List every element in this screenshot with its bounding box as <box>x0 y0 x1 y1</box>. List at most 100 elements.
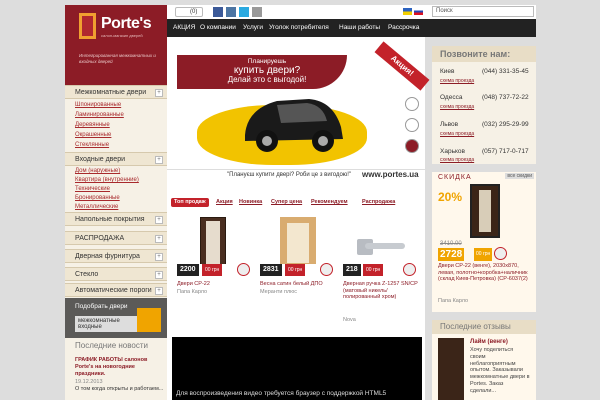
product-image[interactable] <box>470 184 500 238</box>
flag-ru-icon[interactable] <box>414 8 423 15</box>
city-name: Одесса <box>440 94 463 101</box>
tab-super-price[interactable]: Супер цена <box>268 198 305 207</box>
submenu-item[interactable]: Ламинированные <box>75 112 124 118</box>
submenu-item[interactable]: Технические <box>75 186 110 192</box>
expand-icon[interactable]: + <box>155 156 163 164</box>
pick-door-title: Подобрать двери <box>75 303 128 310</box>
all-discounts-link[interactable]: все скидки <box>505 173 534 179</box>
news-item-date: 19.12.2013 <box>75 379 103 385</box>
google-plus-icon[interactable] <box>252 7 262 17</box>
logo[interactable]: Porte's салон-магазин дверей Интегрирова… <box>65 5 167 85</box>
tab-promo[interactable]: Акция <box>213 198 236 207</box>
phone-number[interactable]: (044) 331-35-45 <box>482 68 529 75</box>
search-input[interactable]: Поиск <box>432 6 534 17</box>
phone-number[interactable]: (048) 737-72-22 <box>482 94 529 101</box>
nav-item-services[interactable]: Услуги <box>243 24 263 31</box>
product-maker: Папа Карло <box>177 289 208 295</box>
menu-thresholds[interactable]: Автоматические пороги + <box>65 283 167 297</box>
contacts-title: Позвоните нам: <box>432 46 536 62</box>
nav-item-consumer[interactable]: Уголок потребителя <box>269 24 329 31</box>
menu-interior-doors[interactable]: Межкомнатные двери + <box>65 85 167 99</box>
product-name[interactable]: Двери CP-22 <box>177 281 252 288</box>
product-name[interactable]: Дверная ручка Z-1257 SN/CP (матовый нике… <box>343 281 418 301</box>
expand-icon[interactable]: + <box>155 89 163 97</box>
submenu-item[interactable]: Бронированные <box>75 195 120 201</box>
submenu-item[interactable]: Стеклянные <box>75 142 109 148</box>
tab-clearance[interactable]: Распродажа <box>359 198 398 207</box>
mercedes-icon <box>405 118 419 132</box>
menu-entrance-doors[interactable]: Входные двери + <box>65 152 167 166</box>
add-to-cart-icon[interactable] <box>320 263 333 276</box>
nav-item-about[interactable]: О компании <box>200 24 236 31</box>
phone-number[interactable]: (057) 717-0-717 <box>482 148 529 155</box>
map-link[interactable]: схема проезда <box>440 157 474 163</box>
review-product-image[interactable] <box>438 338 464 400</box>
tab-top-sales[interactable]: Топ продаж <box>171 198 209 207</box>
submenu-item[interactable]: Дом (наружные) <box>75 168 120 174</box>
vk-icon[interactable] <box>226 7 236 17</box>
add-to-cart-icon[interactable] <box>494 247 507 260</box>
tab-recommended[interactable]: Рекомендуем <box>308 198 351 207</box>
sale-product-name[interactable]: Двери CP-22 (венге), 2030x870, левая, по… <box>438 263 534 283</box>
product-maker: Nova <box>343 317 356 323</box>
video-unsupported-message: Для воспроизведения видео требуется брау… <box>176 390 387 397</box>
twitter-icon[interactable] <box>239 7 249 17</box>
menu-sale[interactable]: РАСПРОДАЖА + <box>65 231 167 245</box>
logo-text: Porte's <box>101 15 152 32</box>
nav-item-works[interactable]: Наши работы <box>339 24 380 31</box>
menu-hardware[interactable]: Дверная фурнитура + <box>65 249 167 263</box>
add-to-cart-icon[interactable] <box>403 263 416 276</box>
flag-ua-icon[interactable] <box>403 8 412 15</box>
map-link[interactable]: схема проезда <box>440 131 474 137</box>
facebook-icon[interactable] <box>213 7 223 17</box>
expand-icon[interactable]: + <box>155 271 163 279</box>
banner-slogan: "Плануєш купити двері? Роби це з вигодою… <box>227 172 352 178</box>
sale-price: 2728 <box>438 248 465 261</box>
product-card[interactable]: 2200 00 грн Двери CP-22 Папа Карло <box>177 213 252 353</box>
submenu-item[interactable]: Шпонированные <box>75 102 121 108</box>
menu-glass[interactable]: Стекло + <box>65 267 167 281</box>
submenu-item[interactable]: Деревянные <box>75 122 110 128</box>
brand-logo <box>405 97 419 111</box>
expand-icon[interactable]: + <box>155 287 163 295</box>
add-to-cart-icon[interactable] <box>237 263 250 276</box>
discount-label: СКИДКА <box>438 174 472 181</box>
product-card[interactable]: 2831 00 грн Весна сатин белый ДПО Меранти… <box>260 213 335 353</box>
checkmark-icon[interactable] <box>137 308 161 332</box>
car-image <box>245 99 343 152</box>
discount-percent: 20% <box>438 190 463 204</box>
review-product-name[interactable]: Лайм (венге) <box>470 339 508 345</box>
pick-door-widget[interactable]: Подобрать двери межкомнатные входные <box>65 298 167 338</box>
logo-door-icon <box>79 13 96 39</box>
cart-button[interactable]: (0) <box>175 7 203 17</box>
contacts-box: Позвоните нам: Киев (044) 331-35-45 схем… <box>432 46 536 164</box>
reviews-box: Последние отзывы Лайм (венге) Хочу подел… <box>432 320 536 400</box>
menu-flooring[interactable]: Напольные покрытия + <box>65 212 167 226</box>
tab-new[interactable]: Новинка <box>236 198 265 207</box>
expand-icon[interactable]: + <box>155 235 163 243</box>
submenu-item[interactable]: Металлические <box>75 204 118 210</box>
phone-number[interactable]: (032) 295-29-99 <box>482 121 529 128</box>
product-tabs: Топ продаж Акция Новинка Супер цена Реко… <box>167 198 425 208</box>
discount-box[interactable]: СКИДКА все скидки 20% 3410.00 2728 00 гр… <box>432 172 536 312</box>
map-link[interactable]: схема проезда <box>440 78 474 84</box>
nav-item-installment[interactable]: Рассрочка <box>388 24 419 31</box>
product-maker: Меранти плюс <box>260 289 298 295</box>
submenu-item[interactable]: Квартира (внутренние) <box>75 177 139 183</box>
video-player[interactable]: Для воспроизведения видео требуется брау… <box>172 337 422 400</box>
top-bar: (0) <box>167 5 425 19</box>
left-sidebar: Porte's салон-магазин дверей Интегрирова… <box>65 5 167 400</box>
news-item-title[interactable]: ГРАФИК РАБОТЫ салонов Porte's на новогод… <box>75 357 165 378</box>
pick-door-options[interactable]: межкомнатные входные <box>75 316 137 332</box>
submenu-item[interactable]: Окрашенные <box>75 132 111 138</box>
product-name[interactable]: Весна сатин белый ДПО <box>260 281 335 288</box>
price-tag: 218 00 грн <box>343 263 418 276</box>
expand-icon[interactable]: + <box>155 253 163 261</box>
banner-url[interactable]: www.portes.ua <box>362 170 419 179</box>
right-nav-strip <box>425 19 536 37</box>
nav-item-promo[interactable]: АКЦИЯ <box>173 24 195 31</box>
expand-icon[interactable]: + <box>155 216 163 224</box>
map-link[interactable]: схема проезда <box>440 104 474 110</box>
promo-banner[interactable]: Планируешь купить двери? Делай это с выгод… <box>167 41 430 185</box>
product-card[interactable]: 218 00 грн Дверная ручка Z-1257 SN/CP (ма… <box>343 213 418 353</box>
